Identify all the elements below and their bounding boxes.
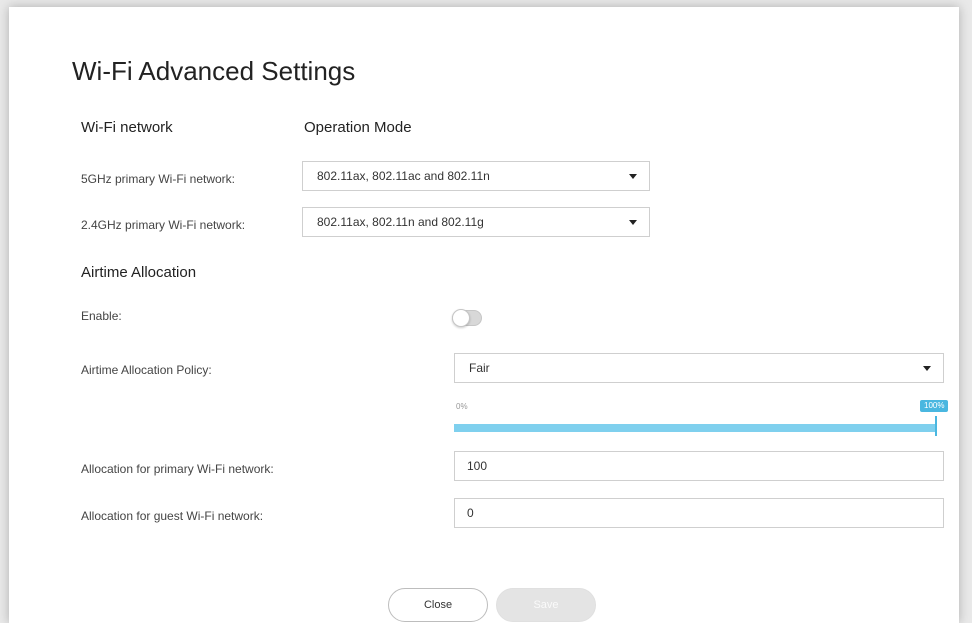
advanced-settings-dialog — [9, 7, 959, 623]
airtime-enable-toggle[interactable] — [452, 309, 482, 327]
column-header-mode: Operation Mode — [304, 119, 412, 136]
network-label-24ghz: 2.4GHz primary Wi-Fi network: — [81, 218, 246, 232]
chevron-down-icon — [923, 366, 931, 371]
slider-value-badge: 100% — [920, 400, 949, 412]
policy-select-value: Fair — [469, 361, 490, 375]
mode-select-24ghz[interactable]: 802.11ax, 802.11n and 802.11g — [302, 207, 650, 237]
policy-label: Airtime Allocation Policy: — [81, 363, 212, 377]
enable-label: Enable: — [81, 309, 122, 323]
network-label-5ghz: 5GHz primary Wi-Fi network: — [81, 172, 236, 186]
policy-select[interactable]: Fair — [454, 353, 944, 383]
save-button[interactable]: Save — [496, 588, 596, 622]
page-title: Wi-Fi Advanced Settings — [72, 56, 356, 86]
toggle-knob — [452, 309, 470, 327]
column-header-network: Wi-Fi network — [81, 119, 173, 136]
primary-allocation-label: Allocation for primary Wi-Fi network: — [81, 462, 274, 476]
guest-allocation-input[interactable]: 0 — [454, 498, 944, 528]
allocation-slider[interactable] — [454, 424, 936, 432]
slider-handle[interactable] — [935, 416, 937, 436]
chevron-down-icon — [629, 220, 637, 225]
close-button[interactable]: Close — [388, 588, 488, 622]
primary-allocation-input[interactable]: 100 — [454, 451, 944, 481]
slider-min-label: 0% — [456, 402, 468, 411]
guest-allocation-label: Allocation for guest Wi-Fi network: — [81, 509, 264, 523]
chevron-down-icon — [629, 174, 637, 179]
mode-select-24ghz-value: 802.11ax, 802.11n and 802.11g — [317, 215, 484, 229]
mode-select-5ghz-value: 802.11ax, 802.11ac and 802.11n — [317, 169, 490, 183]
guest-allocation-value: 0 — [467, 506, 474, 520]
primary-allocation-value: 100 — [467, 459, 488, 473]
slider-fill — [454, 424, 936, 432]
mode-select-5ghz[interactable]: 802.11ax, 802.11ac and 802.11n — [302, 161, 650, 191]
airtime-section-title: Airtime Allocation — [81, 264, 197, 281]
